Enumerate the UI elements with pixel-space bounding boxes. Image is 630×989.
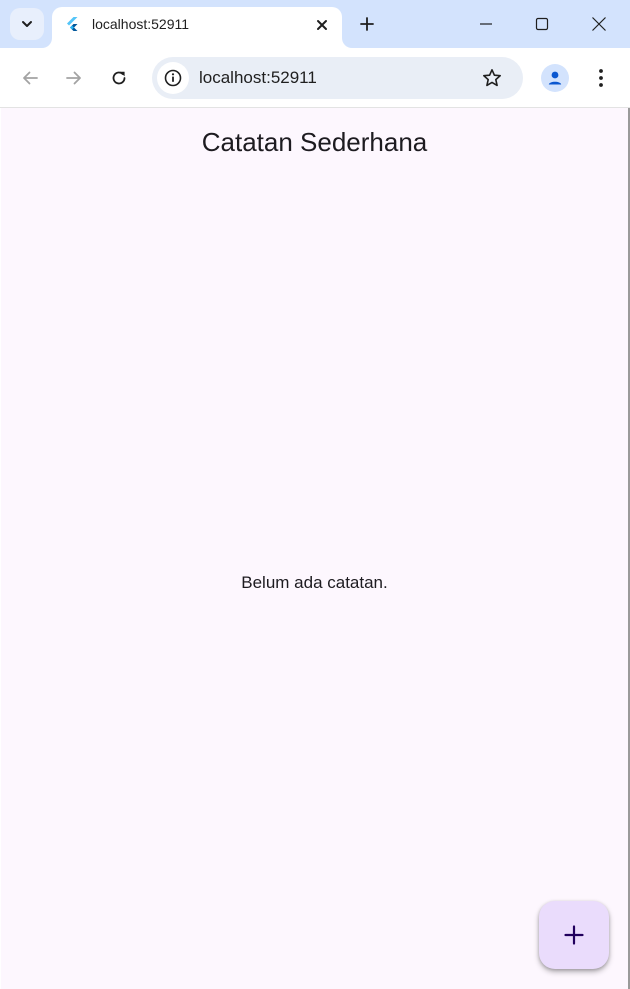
forward-button[interactable] [57, 61, 91, 95]
new-tab-button[interactable] [353, 10, 381, 38]
address-bar[interactable]: localhost:52911 [152, 57, 523, 99]
plus-icon [564, 925, 584, 945]
plus-icon [360, 17, 374, 31]
star-icon [483, 69, 501, 87]
site-info-button[interactable] [157, 62, 189, 94]
reload-icon [112, 71, 126, 85]
tab-strip: localhost:52911 [0, 0, 630, 48]
maximize-button[interactable] [514, 0, 570, 48]
browser-window: localhost:52911 localhost:52911 Catatan … [0, 0, 630, 989]
bookmark-button[interactable] [480, 66, 504, 90]
page-title: Catatan Sederhana [201, 127, 428, 157]
close-icon [592, 17, 606, 31]
active-tab[interactable]: localhost:52911 [52, 7, 342, 48]
close-icon [317, 20, 327, 30]
url-text[interactable]: localhost:52911 [199, 69, 317, 87]
empty-state-message: Belum ada catatan. [241, 573, 388, 592]
minimize-button[interactable] [458, 0, 514, 48]
more-vertical-icon [599, 69, 603, 87]
person-icon [548, 71, 562, 85]
info-icon [164, 69, 182, 87]
chevron-down-icon [22, 21, 32, 27]
maximize-icon [535, 17, 549, 31]
profile-button[interactable] [541, 64, 569, 92]
browser-toolbar: localhost:52911 [0, 48, 630, 108]
tab-title: localhost:52911 [92, 16, 190, 32]
minimize-icon [480, 23, 492, 25]
arrow-left-icon [23, 71, 38, 85]
browser-menu-button[interactable] [588, 63, 614, 93]
add-note-button[interactable] [539, 901, 609, 969]
window-close-button[interactable] [571, 0, 627, 48]
tab-close-button[interactable] [310, 13, 334, 37]
reload-button[interactable] [102, 61, 136, 95]
app-page: Catatan Sederhana Belum ada catatan. [1, 108, 628, 989]
tab-search-button[interactable] [10, 8, 44, 40]
back-button[interactable] [13, 61, 47, 95]
flutter-logo-icon [67, 17, 78, 31]
arrow-right-icon [66, 71, 81, 85]
